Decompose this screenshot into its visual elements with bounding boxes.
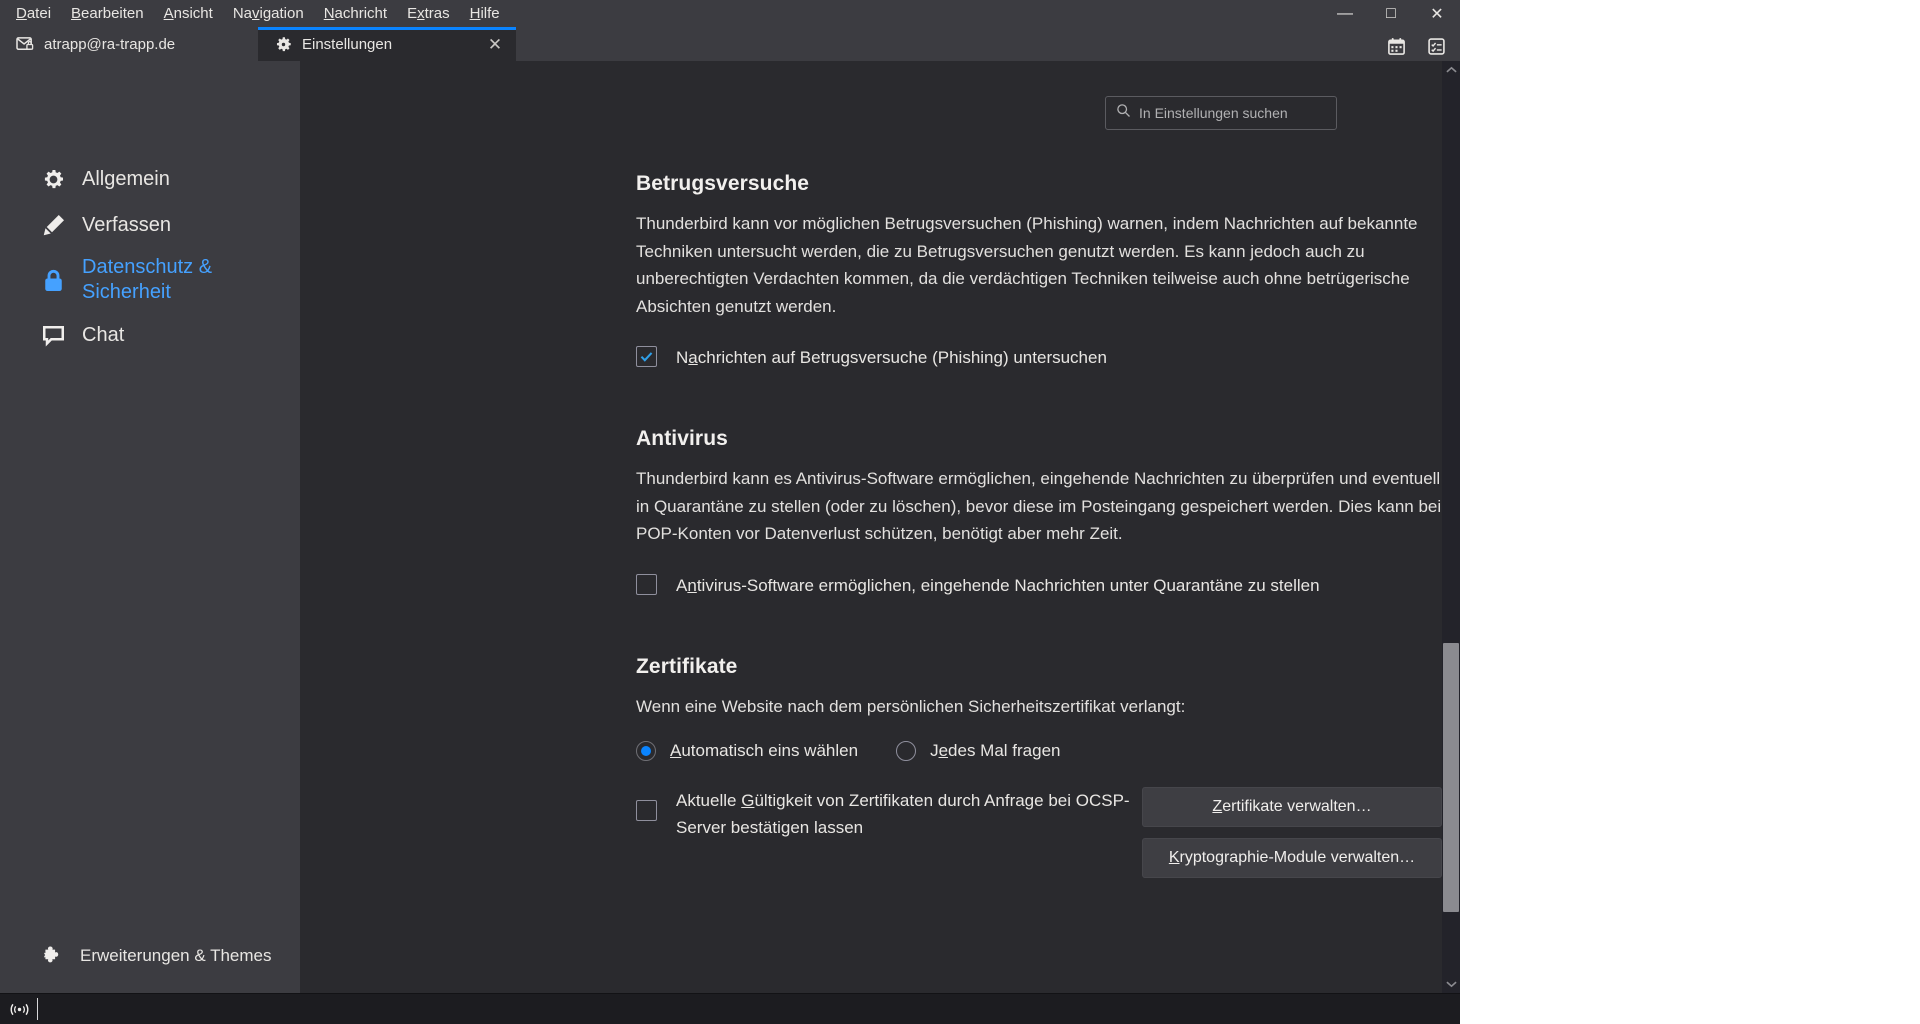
radio-automatisch-eins-waehlen[interactable] xyxy=(636,740,656,761)
menu-item-extras[interactable]: Extras xyxy=(397,2,460,25)
titlebar-right-icons xyxy=(1376,27,1460,61)
settings-panes: Betrugsversuche Thunderbird kann vor mög… xyxy=(300,130,1442,878)
radio-automatisch-label[interactable]: Automatisch eins wählen xyxy=(670,741,858,761)
ocsp-checkbox-label[interactable]: Aktuelle Gültigkeit von Zertifikaten dur… xyxy=(676,787,1142,841)
close-button[interactable]: ✕ xyxy=(1414,0,1460,27)
tab-einstellungen[interactable]: Einstellungen ✕ xyxy=(258,27,516,61)
tab-label: atrapp@ra-trapp.de xyxy=(44,35,176,53)
window-controls: — □ ✕ xyxy=(1322,0,1460,27)
search-placeholder: In Einstellungen suchen xyxy=(1139,105,1288,121)
phishing-checkbox[interactable] xyxy=(636,346,657,368)
section-description: Thunderbird kann vor möglichen Betrugsve… xyxy=(636,214,1418,316)
section-zertifikate: Zertifikate Wenn eine Website nach dem p… xyxy=(636,655,1442,878)
settings-sidebar: Allgemein Verfassen Datenschutz & Sicher… xyxy=(0,61,300,993)
sidebar-item-label: Allgemein xyxy=(82,167,170,190)
cert-actions-row: Aktuelle Gültigkeit von Zertifikaten dur… xyxy=(636,786,1442,878)
vertical-scrollbar[interactable] xyxy=(1442,61,1460,993)
tasks-icon[interactable] xyxy=(1416,31,1456,61)
sidebar-item-chat[interactable]: Chat xyxy=(0,312,300,358)
radio-jedes-mal-fragen[interactable] xyxy=(896,740,917,761)
menu-item-navigation[interactable]: Navigation xyxy=(223,2,314,25)
section-betrugsversuche: Betrugsversuche Thunderbird kann vor mög… xyxy=(636,172,1442,371)
broadcast-signal-icon[interactable] xyxy=(5,997,33,1021)
minimize-button[interactable]: — xyxy=(1322,0,1368,27)
phishing-checkbox-label[interactable]: Nachrichten auf Betrugsversuche (Phishin… xyxy=(676,344,1107,371)
content-wrapper: In Einstellungen suchen Betrugsversuche … xyxy=(300,61,1460,993)
gear-icon xyxy=(274,35,293,54)
mail-lock-icon xyxy=(16,35,35,54)
settings-content: In Einstellungen suchen Betrugsversuche … xyxy=(300,61,1442,993)
search-input[interactable]: In Einstellungen suchen xyxy=(1105,96,1337,130)
ocsp-checkbox[interactable] xyxy=(636,799,657,821)
cert-select-radio-group: Automatisch eins wählen Jedes Mal fragen xyxy=(636,740,1442,761)
sidebar-item-label: Chat xyxy=(82,323,125,346)
status-separator xyxy=(37,998,38,1020)
maximize-button[interactable]: □ xyxy=(1368,0,1414,27)
section-antivirus: Antivirus Thunderbird kann es Antivirus-… xyxy=(636,427,1442,599)
cert-buttons: Zertifikate verwalten… Kryptographie-Mod… xyxy=(1142,786,1442,878)
sidebar-item-erweiterungen-themes[interactable]: Erweiterungen & Themes xyxy=(0,933,300,993)
thunderbird-window: Datei Bearbeiten Ansicht Navigation Nach… xyxy=(0,0,1460,1024)
puzzle-piece-icon xyxy=(42,945,64,967)
scrollbar-thumb[interactable] xyxy=(1443,643,1459,913)
phishing-checkbox-row: Nachrichten auf Betrugsversuche (Phishin… xyxy=(636,344,1442,371)
ocsp-checkbox-row: Aktuelle Gültigkeit von Zertifikaten dur… xyxy=(636,787,1142,878)
menu-bar: Datei Bearbeiten Ansicht Navigation Nach… xyxy=(0,0,1460,27)
scroll-down-icon[interactable] xyxy=(1442,975,1460,993)
scrollbar-track[interactable] xyxy=(1442,79,1460,975)
calendar-icon[interactable] xyxy=(1376,31,1416,61)
menu-item-nachricht[interactable]: Nachricht xyxy=(314,2,397,25)
window-body: Allgemein Verfassen Datenschutz & Sicher… xyxy=(0,61,1460,993)
tab-strip: atrapp@ra-trapp.de Einstellungen ✕ — □ ✕ xyxy=(0,5,1460,61)
section-title: Antivirus xyxy=(636,427,728,451)
sidebar-item-verfassen[interactable]: Verfassen xyxy=(0,202,300,248)
sidebar-item-label: Verfassen xyxy=(82,213,171,236)
sidebar-item-allgemein[interactable]: Allgemein xyxy=(0,156,300,202)
tab-label: Einstellungen xyxy=(302,35,393,53)
menu-item-datei[interactable]: Datei xyxy=(6,2,61,25)
section-title: Betrugsversuche xyxy=(636,172,810,195)
radio-jedes-mal-label[interactable]: Jedes Mal fragen xyxy=(930,741,1060,761)
search-row: In Einstellungen suchen xyxy=(300,96,1442,130)
close-icon[interactable]: ✕ xyxy=(484,33,506,55)
tab-mail-account[interactable]: atrapp@ra-trapp.de xyxy=(0,27,258,61)
sidebar-item-datenschutz-sicherheit[interactable]: Datenschutz & Sicherheit xyxy=(0,248,300,312)
antivirus-checkbox[interactable] xyxy=(636,573,657,595)
lock-icon xyxy=(40,267,66,293)
manage-certificates-button[interactable]: Zertifikate verwalten… xyxy=(1142,786,1442,827)
manage-security-devices-button[interactable]: Kryptographie-Module verwalten… xyxy=(1142,837,1442,878)
gear-icon xyxy=(40,166,66,192)
menu-item-hilfe[interactable]: Hilfe xyxy=(460,2,510,25)
sidebar-item-label: Datenschutz & Sicherheit xyxy=(82,256,213,303)
section-description: Thunderbird kann es Antivirus-Software e… xyxy=(636,469,1442,544)
search-icon xyxy=(1116,103,1131,123)
pencil-icon xyxy=(40,212,66,238)
sidebar-item-label: Erweiterungen & Themes xyxy=(80,946,272,965)
antivirus-checkbox-label[interactable]: Antivirus-Software ermöglichen, eingehen… xyxy=(676,572,1320,599)
status-bar xyxy=(0,993,1460,1024)
scroll-up-icon[interactable] xyxy=(1442,61,1460,79)
menu-item-bearbeiten[interactable]: Bearbeiten xyxy=(61,2,154,25)
section-description: Wenn eine Website nach dem persönlichen … xyxy=(636,697,1186,717)
section-title: Zertifikate xyxy=(636,655,738,679)
antivirus-checkbox-row: Antivirus-Software ermöglichen, eingehen… xyxy=(636,572,1442,599)
chat-bubble-icon xyxy=(40,322,66,348)
menu-item-ansicht[interactable]: Ansicht xyxy=(154,2,223,25)
